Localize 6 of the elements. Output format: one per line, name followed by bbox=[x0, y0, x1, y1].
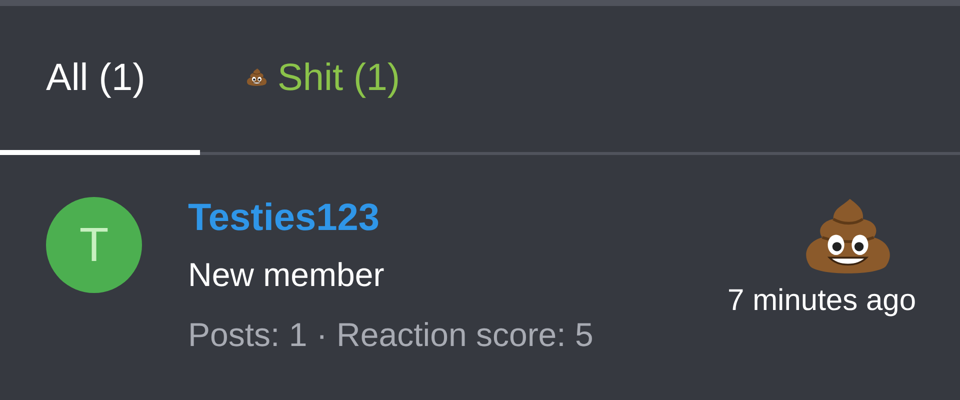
user-title: New member bbox=[188, 255, 386, 295]
username-link[interactable]: Testies123 bbox=[188, 195, 682, 241]
tab[interactable]: Shit (1) bbox=[200, 6, 400, 155]
user-stats: Posts: 1 · Reaction score: 5 bbox=[188, 315, 594, 355]
tab[interactable]: All (1) bbox=[0, 6, 200, 155]
reaction-time: 7 minutes ago bbox=[728, 284, 916, 318]
